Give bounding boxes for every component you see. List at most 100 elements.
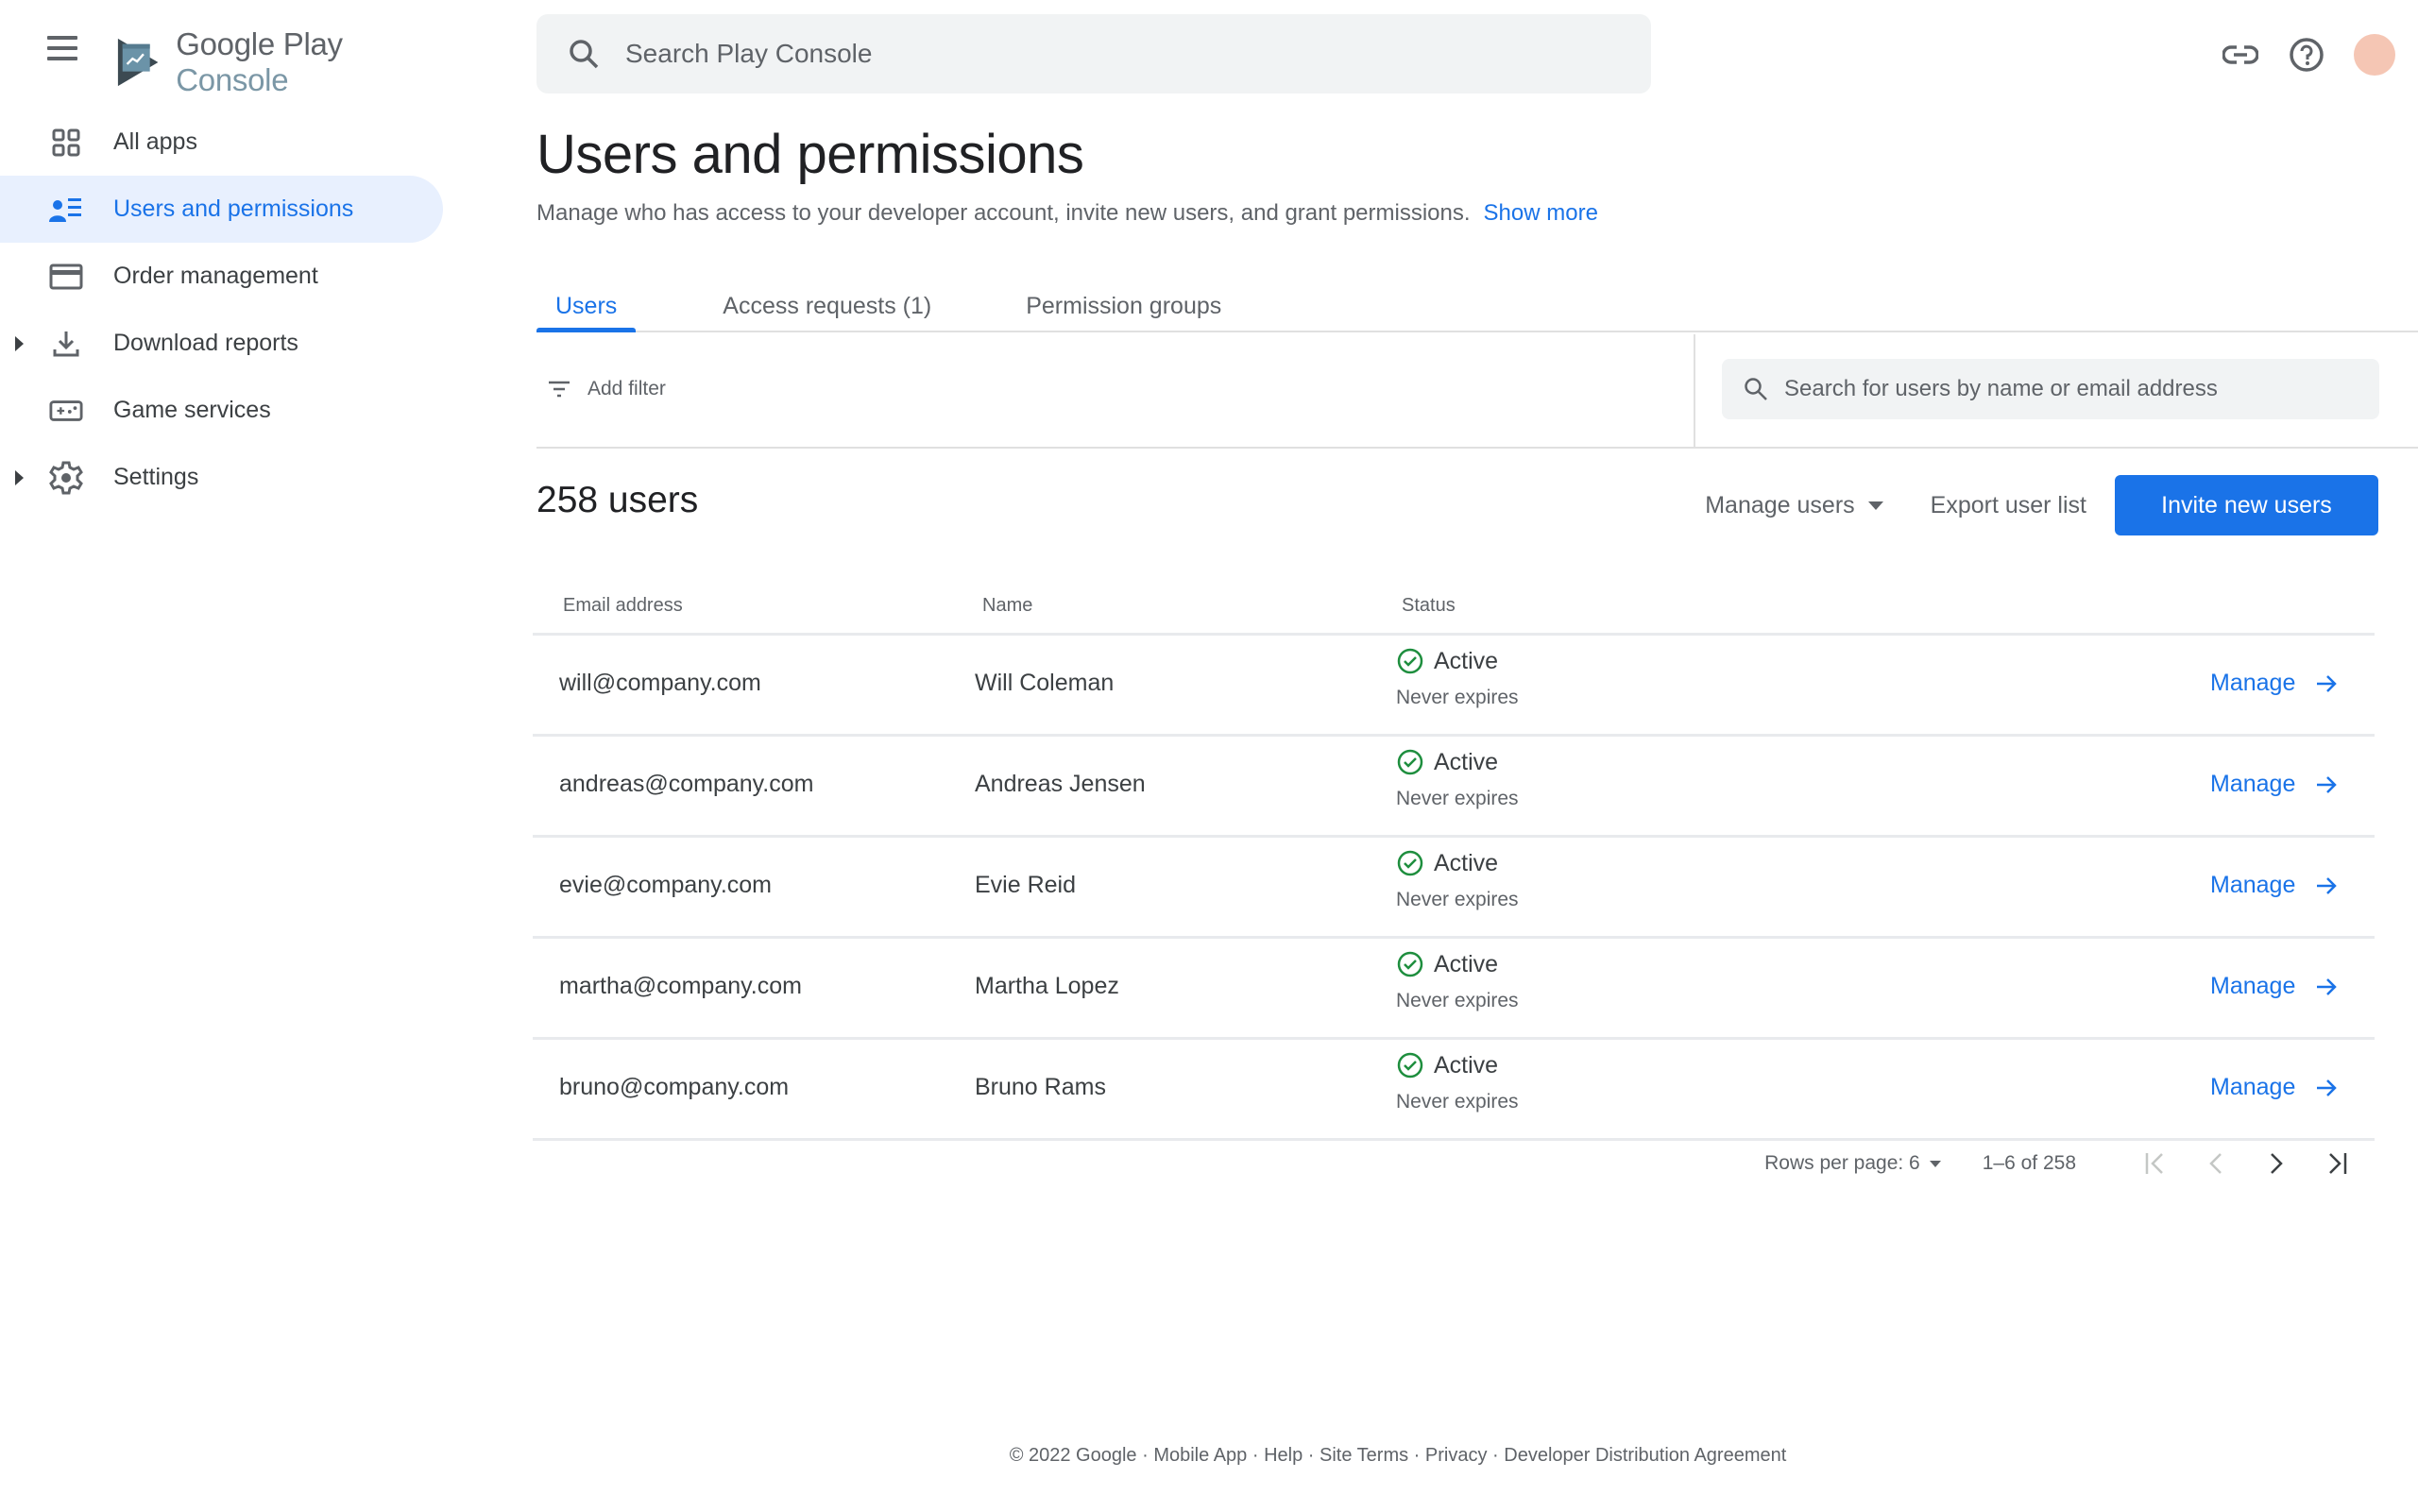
column-header-status[interactable]: Status xyxy=(1402,595,1456,617)
status-line: Active xyxy=(1396,950,1519,978)
credit-card-icon xyxy=(49,260,83,294)
tab-permission-groups[interactable]: Permission groups xyxy=(1007,281,1240,331)
sidebar-item-label: Game services xyxy=(113,397,271,423)
global-search-bar[interactable] xyxy=(536,14,1651,93)
previous-page-button[interactable] xyxy=(2197,1145,2235,1182)
footer-separator: · xyxy=(1303,1445,1320,1466)
user-status: Active Never expires xyxy=(1396,647,1519,709)
sidebar-item-label: Users and permissions xyxy=(113,195,354,222)
footer-link[interactable]: Help xyxy=(1264,1445,1303,1466)
arrow-right-icon xyxy=(2317,876,2338,894)
sidebar-item-game-services[interactable]: Game services xyxy=(0,377,453,444)
user-actions: Manage users Export user list Invite new… xyxy=(1705,475,2378,535)
filter-row: Add filter xyxy=(536,334,2418,449)
logo-text: Google Play Console xyxy=(176,26,343,97)
expand-caret-icon[interactable] xyxy=(15,469,24,485)
chevron-left-icon xyxy=(2209,1153,2222,1174)
table-row: will@company.com Will Coleman Active Nev… xyxy=(533,636,2375,737)
link-icon[interactable] xyxy=(2222,36,2259,74)
rows-per-page-select[interactable]: Rows per page: 6 xyxy=(1764,1152,1941,1175)
column-header-email[interactable]: Email address xyxy=(563,595,683,617)
column-header-name[interactable]: Name xyxy=(982,595,1032,617)
status-line: Active xyxy=(1396,1051,1519,1079)
sidebar-item-users-and-permissions[interactable]: Users and permissions xyxy=(0,176,443,243)
expiry-label: Never expires xyxy=(1396,1091,1519,1113)
footer-link[interactable]: Developer Distribution Agreement xyxy=(1504,1445,1786,1466)
add-filter-label: Add filter xyxy=(587,378,666,399)
manage-users-dropdown[interactable]: Manage users xyxy=(1705,492,1883,519)
manage-user-link[interactable]: Manage xyxy=(2210,1074,2339,1101)
rows-per-page-label: Rows per page: 6 xyxy=(1764,1152,1920,1174)
user-search-field[interactable] xyxy=(1722,359,2379,419)
play-console-logo[interactable]: Google Play Console xyxy=(115,26,453,98)
page-description-text: Manage who has access to your developer … xyxy=(536,200,1471,226)
sidebar-item-all-apps[interactable]: All apps xyxy=(0,109,453,176)
check-circle-icon xyxy=(1397,749,1423,775)
account-avatar[interactable] xyxy=(2354,34,2395,76)
footer-link[interactable]: Site Terms xyxy=(1320,1445,1408,1466)
gear-icon xyxy=(49,461,83,495)
tab-access-requests[interactable]: Access requests (1) xyxy=(704,281,950,331)
help-icon[interactable] xyxy=(2288,36,2325,74)
user-status: Active Never expires xyxy=(1396,950,1519,1012)
global-search-input[interactable] xyxy=(625,39,1475,69)
export-user-list-button[interactable]: Export user list xyxy=(1931,492,2086,519)
footer-separator: · xyxy=(1142,1445,1154,1466)
divider xyxy=(1694,334,1695,449)
manage-label: Manage xyxy=(2210,670,2296,696)
next-page-button[interactable] xyxy=(2257,1145,2295,1182)
sidebar-item-download-reports[interactable]: Download reports xyxy=(0,310,453,377)
expiry-label: Never expires xyxy=(1396,788,1519,809)
first-page-button[interactable] xyxy=(2137,1145,2174,1182)
manage-user-link[interactable]: Manage xyxy=(2210,872,2339,899)
users-table: Email address Name Status will@company.c… xyxy=(533,578,2375,1141)
status-line: Active xyxy=(1396,748,1519,776)
table-row: evie@company.com Evie Reid Active Never … xyxy=(533,838,2375,939)
status-line: Active xyxy=(1396,647,1519,675)
sidebar-nav: All apps Users and permissions Order man… xyxy=(0,109,453,511)
user-status: Active Never expires xyxy=(1396,1051,1519,1113)
arrow-right-icon xyxy=(2317,674,2338,692)
footer-links: · Mobile App · Help · Site Terms · Priva… xyxy=(1142,1445,1786,1466)
add-filter-button[interactable]: Add filter xyxy=(546,376,666,402)
user-email: will@company.com xyxy=(559,670,761,696)
user-name: Andreas Jensen xyxy=(975,771,1146,797)
pagination: Rows per page: 6 1–6 of 258 xyxy=(1764,1145,2356,1182)
user-search-input[interactable] xyxy=(1784,376,2351,402)
show-more-link[interactable]: Show more xyxy=(1484,200,1598,226)
dropdown-arrow-icon xyxy=(1929,1160,1941,1167)
footer-link[interactable]: Privacy xyxy=(1425,1445,1488,1466)
tab-users[interactable]: Users xyxy=(536,281,637,332)
search-icon xyxy=(570,40,599,69)
sidebar-item-label: Settings xyxy=(113,464,199,490)
footer: © 2022 Google · Mobile App · Help · Site… xyxy=(0,1445,2418,1467)
sidebar-item-settings[interactable]: Settings xyxy=(0,444,453,511)
top-actions xyxy=(2222,34,2418,76)
sidebar-item-order-management[interactable]: Order management xyxy=(0,243,453,310)
hamburger-line xyxy=(47,57,77,60)
last-page-button[interactable] xyxy=(2318,1145,2356,1182)
manage-user-link[interactable]: Manage xyxy=(2210,973,2339,1000)
expand-caret-icon[interactable] xyxy=(15,335,24,351)
footer-link[interactable]: Mobile App xyxy=(1153,1445,1247,1466)
manage-user-link[interactable]: Manage xyxy=(2210,771,2339,798)
page-description: Manage who has access to your developer … xyxy=(536,200,1598,227)
chevron-right-icon xyxy=(2271,1153,2283,1174)
invite-new-users-button[interactable]: Invite new users xyxy=(2115,475,2378,535)
table-body: will@company.com Will Coleman Active Nev… xyxy=(533,636,2375,1141)
footer-separator: · xyxy=(1408,1445,1425,1466)
check-circle-icon xyxy=(1397,850,1423,876)
expiry-label: Never expires xyxy=(1396,687,1519,708)
search-icon xyxy=(1745,378,1767,400)
sidebar-item-label: Download reports xyxy=(113,330,298,356)
main-menu-button[interactable] xyxy=(47,36,85,70)
filter-icon xyxy=(549,381,570,398)
manage-label: Manage xyxy=(2210,973,2296,999)
grid-icon xyxy=(49,126,83,160)
user-status: Active Never expires xyxy=(1396,849,1519,911)
arrow-right-icon xyxy=(2317,1079,2338,1096)
user-email: andreas@company.com xyxy=(559,771,814,797)
manage-user-link[interactable]: Manage xyxy=(2210,670,2339,697)
play-console-logo-icon xyxy=(117,38,159,87)
expiry-label: Never expires xyxy=(1396,990,1519,1011)
